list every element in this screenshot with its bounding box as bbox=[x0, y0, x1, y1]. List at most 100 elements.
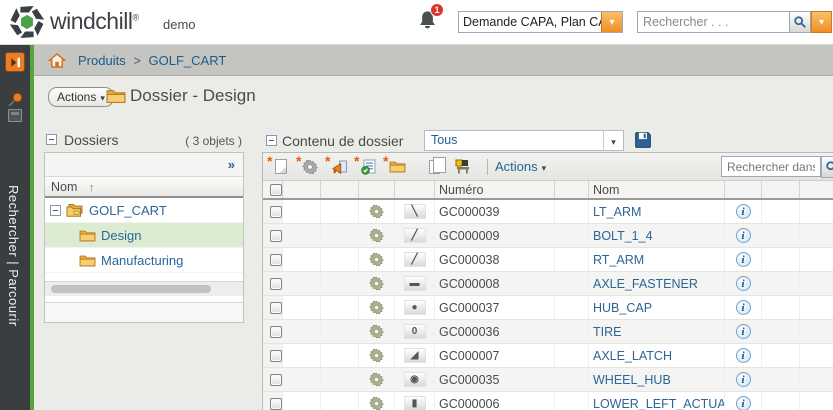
more-actions-chevron[interactable]: » bbox=[228, 157, 235, 172]
table-row[interactable]: ▬ GC000008 AXLE_FASTENER bbox=[263, 272, 833, 296]
row-checkbox[interactable] bbox=[270, 277, 282, 290]
collapse-panel-icon[interactable] bbox=[46, 134, 57, 146]
tree-node-design[interactable]: Design bbox=[45, 223, 243, 248]
row-checkbox[interactable] bbox=[270, 229, 282, 242]
environment-label: demo bbox=[163, 17, 196, 32]
context-selector-dropdown-button[interactable] bbox=[601, 12, 622, 32]
row-checkbox[interactable] bbox=[270, 253, 282, 266]
new-document-button[interactable] bbox=[267, 153, 293, 178]
context-selector[interactable]: Demande CAPA, Plan CA... bbox=[458, 11, 623, 33]
select-all-checkbox[interactable] bbox=[270, 183, 282, 196]
breadcrumb: Produits > GOLF_CART bbox=[78, 53, 226, 68]
info-icon[interactable] bbox=[735, 300, 751, 315]
row-checkbox[interactable] bbox=[270, 325, 282, 338]
part-thumbnail: ▮ bbox=[403, 396, 426, 410]
table-actions-menu[interactable]: Actions bbox=[495, 159, 546, 174]
view-filter-dropdown-button[interactable] bbox=[603, 131, 623, 150]
row-actions-gear-icon[interactable] bbox=[369, 324, 384, 339]
row-actions-gear-icon[interactable] bbox=[369, 372, 384, 387]
collapse-node-icon[interactable] bbox=[50, 204, 61, 216]
part-thumbnail: ╲ bbox=[403, 204, 426, 219]
tree-node-manufacturing[interactable]: Manufacturing bbox=[45, 248, 243, 273]
save-view-icon[interactable] bbox=[634, 131, 652, 149]
tree-node-label[interactable]: GOLF_CART bbox=[89, 203, 167, 218]
table-row[interactable]: ▮ GC000006 LOWER_LEFT_ACTUA.. bbox=[263, 392, 833, 410]
part-name-link[interactable]: AXLE_FASTENER bbox=[593, 277, 698, 291]
page-actions-button[interactable]: Actions bbox=[48, 87, 114, 107]
pin-panel-icon[interactable] bbox=[6, 91, 24, 109]
home-icon[interactable] bbox=[48, 52, 66, 69]
breadcrumb-separator: > bbox=[133, 53, 141, 68]
paste-special-button[interactable] bbox=[451, 156, 475, 178]
info-icon[interactable] bbox=[735, 276, 751, 291]
new-part-button[interactable] bbox=[296, 153, 322, 178]
tree-node-label[interactable]: Manufacturing bbox=[101, 253, 183, 268]
tree-node-golf-cart[interactable]: GOLF_CART bbox=[45, 198, 243, 223]
row-checkbox[interactable] bbox=[270, 373, 282, 386]
content-panel-header: Contenu de dossier bbox=[266, 132, 403, 154]
row-actions-gear-icon[interactable] bbox=[369, 348, 384, 363]
global-search-options-button[interactable] bbox=[811, 11, 832, 33]
row-actions-gear-icon[interactable] bbox=[369, 228, 384, 243]
new-change-notice-button[interactable] bbox=[325, 153, 351, 178]
horizontal-scrollbar bbox=[45, 281, 243, 296]
expand-navigator-button[interactable] bbox=[5, 52, 25, 72]
row-actions-gear-icon[interactable] bbox=[369, 252, 384, 267]
info-icon[interactable] bbox=[735, 396, 751, 410]
table-search-button[interactable] bbox=[821, 156, 833, 178]
part-name-link[interactable]: WHEEL_HUB bbox=[593, 373, 671, 387]
part-name-link[interactable]: AXLE_LATCH bbox=[593, 349, 672, 363]
table-actions-label: Actions bbox=[495, 159, 538, 174]
info-icon[interactable] bbox=[735, 372, 751, 387]
view-filter-dropdown[interactable]: Tous bbox=[424, 130, 624, 151]
column-status2 bbox=[321, 181, 359, 198]
row-checkbox[interactable] bbox=[270, 301, 282, 314]
new-document-icon bbox=[275, 159, 287, 174]
folder-icon bbox=[106, 90, 126, 103]
row-actions-gear-icon[interactable] bbox=[369, 396, 384, 410]
checklist-icon bbox=[360, 159, 375, 175]
info-icon[interactable] bbox=[735, 228, 751, 243]
new-folder-button[interactable] bbox=[383, 153, 409, 178]
table-row[interactable]: ╲ GC000039 LT_ARM bbox=[263, 200, 833, 224]
table-row[interactable]: ╱ GC000038 RT_ARM bbox=[263, 248, 833, 272]
info-icon[interactable] bbox=[735, 324, 751, 339]
table-row[interactable]: 0 GC000036 TIRE bbox=[263, 320, 833, 344]
part-name-link[interactable]: HUB_CAP bbox=[593, 301, 652, 315]
table-row[interactable]: ╱ GC000009 BOLT_1_4 bbox=[263, 224, 833, 248]
part-name-link[interactable]: RT_ARM bbox=[593, 253, 644, 267]
part-name-link[interactable]: LT_ARM bbox=[593, 205, 641, 219]
column-name-header[interactable]: Nom bbox=[589, 181, 725, 198]
folders-name-column-header[interactable]: Nom ↑ bbox=[45, 177, 243, 198]
table-header-row: Numéro Nom bbox=[263, 181, 833, 200]
table-row[interactable]: ◢ GC000007 AXLE_LATCH bbox=[263, 344, 833, 368]
info-icon[interactable] bbox=[735, 204, 751, 219]
table-search-input[interactable] bbox=[721, 156, 821, 177]
tree-node-label[interactable]: Design bbox=[101, 228, 141, 243]
info-icon[interactable] bbox=[735, 252, 751, 267]
global-search-button[interactable] bbox=[789, 11, 811, 33]
info-icon[interactable] bbox=[735, 348, 751, 363]
table-row[interactable]: ● GC000037 HUB_CAP bbox=[263, 296, 833, 320]
collapse-panel-icon[interactable] bbox=[266, 135, 277, 147]
copy-button[interactable] bbox=[422, 156, 446, 178]
table-row[interactable]: ◉ GC000035 WHEEL_HUB bbox=[263, 368, 833, 392]
row-actions-gear-icon[interactable] bbox=[369, 204, 384, 219]
breadcrumb-link-products[interactable]: Produits bbox=[78, 53, 126, 68]
row-checkbox[interactable] bbox=[270, 349, 282, 362]
search-browse-vertical-tab[interactable]: Rechercher | Parcourir bbox=[6, 185, 21, 327]
browser-window-icon[interactable] bbox=[8, 109, 22, 122]
new-checklist-button[interactable] bbox=[354, 153, 380, 178]
part-name-link[interactable]: TIRE bbox=[593, 325, 621, 339]
global-search-input[interactable] bbox=[637, 11, 789, 33]
row-checkbox[interactable] bbox=[270, 397, 282, 410]
row-actions-gear-icon[interactable] bbox=[369, 276, 384, 291]
breadcrumb-link-context[interactable]: GOLF_CART bbox=[149, 53, 227, 68]
part-name-link[interactable]: BOLT_1_4 bbox=[593, 229, 653, 243]
scrollbar-thumb[interactable] bbox=[51, 285, 211, 293]
expand-panel-icon bbox=[10, 57, 20, 67]
column-number-header[interactable]: Numéro bbox=[435, 181, 555, 198]
row-actions-gear-icon[interactable] bbox=[369, 300, 384, 315]
part-name-link[interactable]: LOWER_LEFT_ACTUA.. bbox=[593, 397, 724, 410]
row-checkbox[interactable] bbox=[270, 205, 282, 218]
